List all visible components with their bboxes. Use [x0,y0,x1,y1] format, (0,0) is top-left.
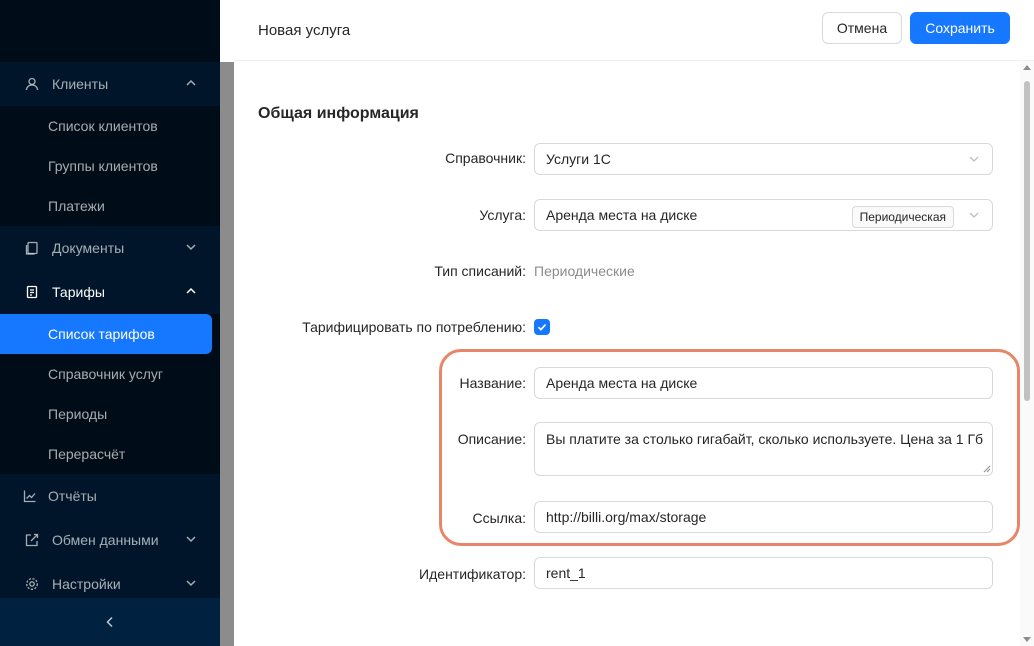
directory-value: Услуги 1С [546,151,611,167]
chevron-down-icon [969,156,979,162]
menu-group-tariffs[interactable]: Тарифы [0,270,220,314]
service-value: Аренда места на диске [546,207,698,223]
new-service-drawer: Новая услуга Отмена Сохранить Общая инфо… [234,0,1034,646]
sidebar-item-recalculation[interactable]: Перерасчёт [0,434,220,474]
chevron-up-icon [186,287,196,294]
exchange-icon [24,532,40,548]
scroll-down-icon[interactable] [1023,637,1031,642]
identifier-label: Идентификатор: [419,566,526,582]
submenu-clients: Список клиентов Группы клиентов Платежи [0,106,220,226]
drawer-mask[interactable] [220,0,234,646]
menu-group-clients[interactable]: Клиенты [0,62,220,106]
menu-group-data-exchange[interactable]: Обмен данными [0,518,220,562]
sidebar-item-tariff-list[interactable]: Список тарифов [0,314,212,354]
sidebar-item-service-directory[interactable]: Справочник услуг [0,354,220,394]
sidebar-item-client-groups[interactable]: Группы клиентов [0,146,220,186]
sidebar: Клиенты Список клиентов Группы клиентов … [0,0,220,646]
sidebar-item-payments[interactable]: Платежи [0,186,220,226]
scroll-up-icon[interactable] [1023,65,1031,70]
check-icon [537,324,547,331]
tariff-icon [24,284,40,300]
sidebar-collapse-button[interactable] [0,598,220,646]
gear-icon [24,576,40,592]
menu-group-label: Тарифы [52,284,105,300]
identifier-input[interactable]: rent_1 [534,557,993,589]
drawer-header: Новая услуга Отмена Сохранить [234,0,1034,61]
section-title: Общая информация [258,105,419,122]
service-label: Услуга: [479,207,526,223]
menu-group-label: Клиенты [52,76,109,92]
chevron-down-icon [186,536,196,543]
chevron-down-icon [186,580,196,587]
document-icon [24,240,40,256]
menu-group-label: Отчёты [48,488,97,504]
menu-group-documents[interactable]: Документы [0,226,220,270]
submenu-tariffs: Список тарифов Справочник услуг Периоды … [0,314,220,474]
menu-group-label: Документы [52,240,125,256]
sidebar-logo-area [0,0,220,62]
sidebar-item-periods[interactable]: Периоды [0,394,220,434]
charge-type-value: Периодические [534,263,635,279]
drawer-scrollbar[interactable] [1020,61,1034,646]
menu-group-label: Настройки [52,576,121,592]
directory-label: Справочник: [445,150,526,166]
directory-select[interactable]: Услуги 1С [534,143,993,175]
scrollbar-thumb[interactable] [1024,81,1030,401]
chevron-up-icon [186,79,196,86]
save-button[interactable]: Сохранить [910,12,1010,44]
service-select[interactable]: Аренда места на диске Периодическая [534,199,993,231]
highlight-annotation [439,349,1020,546]
usage-billing-label: Тарифицировать по потреблению: [302,319,526,335]
chevron-left-icon [106,616,113,628]
periodic-tag: Периодическая [851,206,954,228]
user-icon [24,76,40,92]
menu-group-label: Обмен данными [52,532,159,548]
usage-billing-checkbox[interactable] [534,319,550,335]
chevron-down-icon [969,212,979,218]
charge-type-label: Тип списаний: [434,263,526,279]
menu-group-reports[interactable]: Отчёты [0,474,220,518]
sidebar-item-client-list[interactable]: Список клиентов [0,106,220,146]
drawer-title: Новая услуга [258,21,351,39]
mask-header-area [220,0,234,62]
chart-icon [22,488,38,504]
cancel-button[interactable]: Отмена [822,12,902,44]
chevron-down-icon [186,244,196,251]
identifier-value: rent_1 [546,565,586,581]
